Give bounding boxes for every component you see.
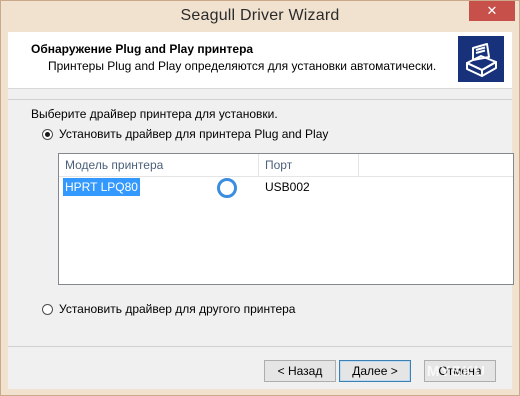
divider-bottom [8, 346, 512, 347]
divider-top [8, 99, 512, 100]
table-row[interactable]: HPRT LPQ80 USB002 [59, 178, 513, 196]
title-bar: Seagull Driver Wizard ✕ [1, 1, 519, 31]
header-subtitle: Принтеры Plug and Play определяются для … [48, 59, 437, 73]
select-driver-label: Выберите драйвер принтера для установки. [31, 107, 278, 121]
radio-plug-and-play[interactable]: Установить драйвер для принтера Plug and… [42, 127, 328, 141]
radio-other-printer-label[interactable]: Установить драйвер для другого принтера [59, 302, 295, 316]
printer-model-cell[interactable]: HPRT LPQ80 [63, 178, 140, 196]
busy-cursor-icon [217, 178, 237, 198]
wizard-window: Seagull Driver Wizard ✕ Обнаружение Plug… [0, 0, 520, 396]
window-title: Seagull Driver Wizard [180, 7, 340, 24]
radio-button-unchecked[interactable] [42, 303, 53, 315]
next-button[interactable]: Далее > [339, 360, 411, 382]
back-button[interactable]: < Назад [264, 360, 336, 382]
close-button[interactable]: ✕ [469, 1, 515, 21]
printer-list-header: Модель принтера Порт [59, 154, 513, 177]
radio-button-checked[interactable] [42, 128, 53, 140]
printer-list[interactable]: Модель принтера Порт HPRT LPQ80 USB002 [58, 153, 514, 285]
watermark: MYSKU [426, 363, 486, 380]
wizard-header: Обнаружение Plug and Play принтера Принт… [8, 32, 512, 89]
header-title: Обнаружение Plug and Play принтера [31, 42, 254, 56]
radio-plug-and-play-label[interactable]: Установить драйвер для принтера Plug and… [59, 127, 328, 141]
column-header-port[interactable]: Порт [259, 154, 359, 176]
wizard-client-area: Обнаружение Plug and Play принтера Принт… [8, 32, 514, 389]
printer-port-cell[interactable]: USB002 [265, 178, 310, 196]
printer-icon [458, 36, 504, 82]
radio-other-printer[interactable]: Установить драйвер для другого принтера [42, 302, 295, 316]
column-header-model[interactable]: Модель принтера [59, 154, 259, 176]
